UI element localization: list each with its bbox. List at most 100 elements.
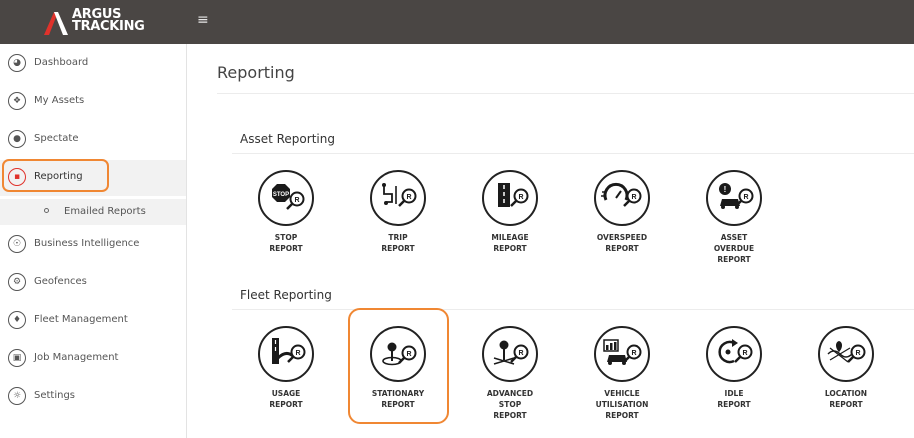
- report-idle[interactable]: R IDLE REPORT: [678, 326, 790, 426]
- gear-icon: ☼: [8, 387, 26, 405]
- route-icon: R: [370, 170, 426, 226]
- report-label-line: LOCATION: [824, 389, 868, 398]
- idle-cycle-icon: R: [706, 326, 762, 382]
- svg-text:R: R: [742, 350, 747, 357]
- report-label-line: REPORT: [717, 255, 751, 264]
- report-label-line: REPORT: [493, 411, 527, 420]
- argus-logo[interactable]: ARGUS TRACKING: [42, 8, 152, 38]
- reporting-icon: ▪: [8, 168, 26, 186]
- svg-text:R: R: [518, 350, 523, 357]
- assets-icon: ❖: [8, 92, 26, 110]
- report-usage[interactable]: R USAGE REPORT: [230, 326, 342, 426]
- sidebar-item-label: Dashboard: [34, 57, 89, 68]
- argus-logo-icon: [44, 12, 68, 35]
- title-divider: [217, 93, 914, 94]
- geofence-icon: ⚙: [8, 273, 26, 291]
- report-label-line: REPORT: [269, 400, 303, 409]
- stationary-pin-icon: R: [370, 326, 426, 382]
- svg-text:R: R: [631, 194, 636, 201]
- report-label-line: REPORT: [717, 400, 751, 409]
- map-pin-icon: ●: [8, 130, 26, 148]
- location-map-icon: R: [818, 326, 874, 382]
- report-label: VEHICLE UTILISATION REPORT: [566, 388, 678, 421]
- sidebar-item-label: My Assets: [34, 95, 85, 106]
- sidebar-item-label: Settings: [34, 390, 76, 401]
- report-mileage[interactable]: R MILEAGE REPORT: [454, 170, 566, 270]
- logo-line-2: TRACKING: [72, 19, 145, 34]
- speedometer-icon: R: [594, 170, 650, 226]
- section-title-fleet-reporting: Fleet Reporting: [240, 288, 332, 302]
- sidebar-item-spectate[interactable]: ● Spectate: [0, 122, 186, 158]
- bulb-icon: ☉: [8, 235, 26, 253]
- report-label-line: STOP: [498, 400, 522, 409]
- report-label: STATIONARY REPORT: [342, 388, 454, 410]
- report-label: TRIP REPORT: [342, 232, 454, 254]
- report-label-line: OVERSPEED: [596, 233, 648, 242]
- bullet-icon: [44, 208, 49, 213]
- sidebar-item-geofences[interactable]: ⚙ Geofences: [0, 265, 186, 301]
- report-label: MILEAGE REPORT: [454, 232, 566, 254]
- report-label-line: REPORT: [381, 400, 415, 409]
- report-label-line: USAGE: [271, 389, 301, 398]
- page-title: Reporting: [217, 63, 295, 82]
- report-label-line: TRIP: [388, 233, 408, 242]
- sidebar-item-my-assets[interactable]: ❖ My Assets: [0, 84, 186, 120]
- report-trip[interactable]: R TRIP REPORT: [342, 170, 454, 270]
- section-title-asset-reporting: Asset Reporting: [240, 132, 335, 146]
- sidebar-item-label: Fleet Management: [34, 314, 128, 325]
- hamburger-icon[interactable]: ≡: [197, 13, 209, 27]
- report-label-line: STOP: [274, 233, 298, 242]
- sidebar-item-reporting[interactable]: ▪ Reporting: [0, 160, 186, 196]
- report-stationary[interactable]: R STATIONARY REPORT: [342, 326, 454, 426]
- report-label-line: REPORT: [605, 244, 639, 253]
- report-label: LOCATION REPORT: [790, 388, 902, 410]
- dashboard-icon: ◕: [8, 54, 26, 72]
- report-label-line: ASSET: [720, 233, 748, 242]
- report-location[interactable]: R LOCATION REPORT: [790, 326, 902, 426]
- vehicle-chart-icon: R: [594, 326, 650, 382]
- svg-text:!: !: [724, 185, 727, 194]
- sidebar-item-fleet-management[interactable]: ♦ Fleet Management: [0, 303, 186, 339]
- report-label-line: VEHICLE: [604, 389, 640, 398]
- section-divider: [232, 309, 914, 310]
- top-bar: ARGUS TRACKING ≡: [0, 0, 914, 44]
- svg-text:R: R: [294, 197, 299, 204]
- report-label-line: REPORT: [269, 244, 303, 253]
- report-label-line: REPORT: [493, 244, 527, 253]
- stop-sign-icon: STOP R: [258, 170, 314, 226]
- sidebar-item-label: Business Intelligence: [34, 238, 140, 249]
- sidebar-item-settings[interactable]: ☼ Settings: [0, 379, 186, 415]
- report-vehicle-utilisation[interactable]: R VEHICLE UTILISATION REPORT: [566, 326, 678, 426]
- advanced-stop-icon: R: [482, 326, 538, 382]
- sidebar-item-label: Geofences: [34, 276, 87, 287]
- usage-icon: R: [258, 326, 314, 382]
- report-label: IDLE REPORT: [678, 388, 790, 410]
- sidebar-item-business-intelligence[interactable]: ☉ Business Intelligence: [0, 227, 186, 263]
- report-advanced-stop[interactable]: R ADVANCED STOP REPORT: [454, 326, 566, 426]
- report-label-line: MILEAGE: [491, 233, 529, 242]
- report-label-line: STATIONARY: [371, 389, 425, 398]
- report-label: ASSET OVERDUE REPORT: [678, 232, 790, 265]
- report-label: OVERSPEED REPORT: [566, 232, 678, 254]
- report-label-line: UTILISATION: [595, 400, 649, 409]
- report-overspeed[interactable]: R OVERSPEED REPORT: [566, 170, 678, 270]
- sidebar-item-dashboard[interactable]: ◕ Dashboard: [0, 46, 186, 82]
- road-icon: R: [482, 170, 538, 226]
- report-label-line: REPORT: [381, 244, 415, 253]
- svg-text:R: R: [855, 350, 860, 357]
- report-asset-overdue[interactable]: ! R ASSET OVERDUE REPORT: [678, 170, 790, 270]
- report-label-line: REPORT: [605, 411, 639, 420]
- report-label-line: REPORT: [829, 400, 863, 409]
- report-label-line: ADVANCED: [486, 389, 534, 398]
- report-label: STOP REPORT: [230, 232, 342, 254]
- sidebar-subitem-label: Emailed Reports: [64, 206, 146, 217]
- svg-text:R: R: [631, 350, 636, 357]
- svg-text:STOP: STOP: [273, 192, 289, 198]
- svg-text:R: R: [406, 194, 411, 201]
- car-icon: ♦: [8, 311, 26, 329]
- logo-text: ARGUS TRACKING: [72, 8, 145, 34]
- report-stop[interactable]: STOP R STOP REPORT: [230, 170, 342, 270]
- sidebar-subitem-emailed-reports[interactable]: Emailed Reports: [0, 199, 186, 225]
- sidebar-item-job-management[interactable]: ▣ Job Management: [0, 341, 186, 377]
- report-label: USAGE REPORT: [230, 388, 342, 410]
